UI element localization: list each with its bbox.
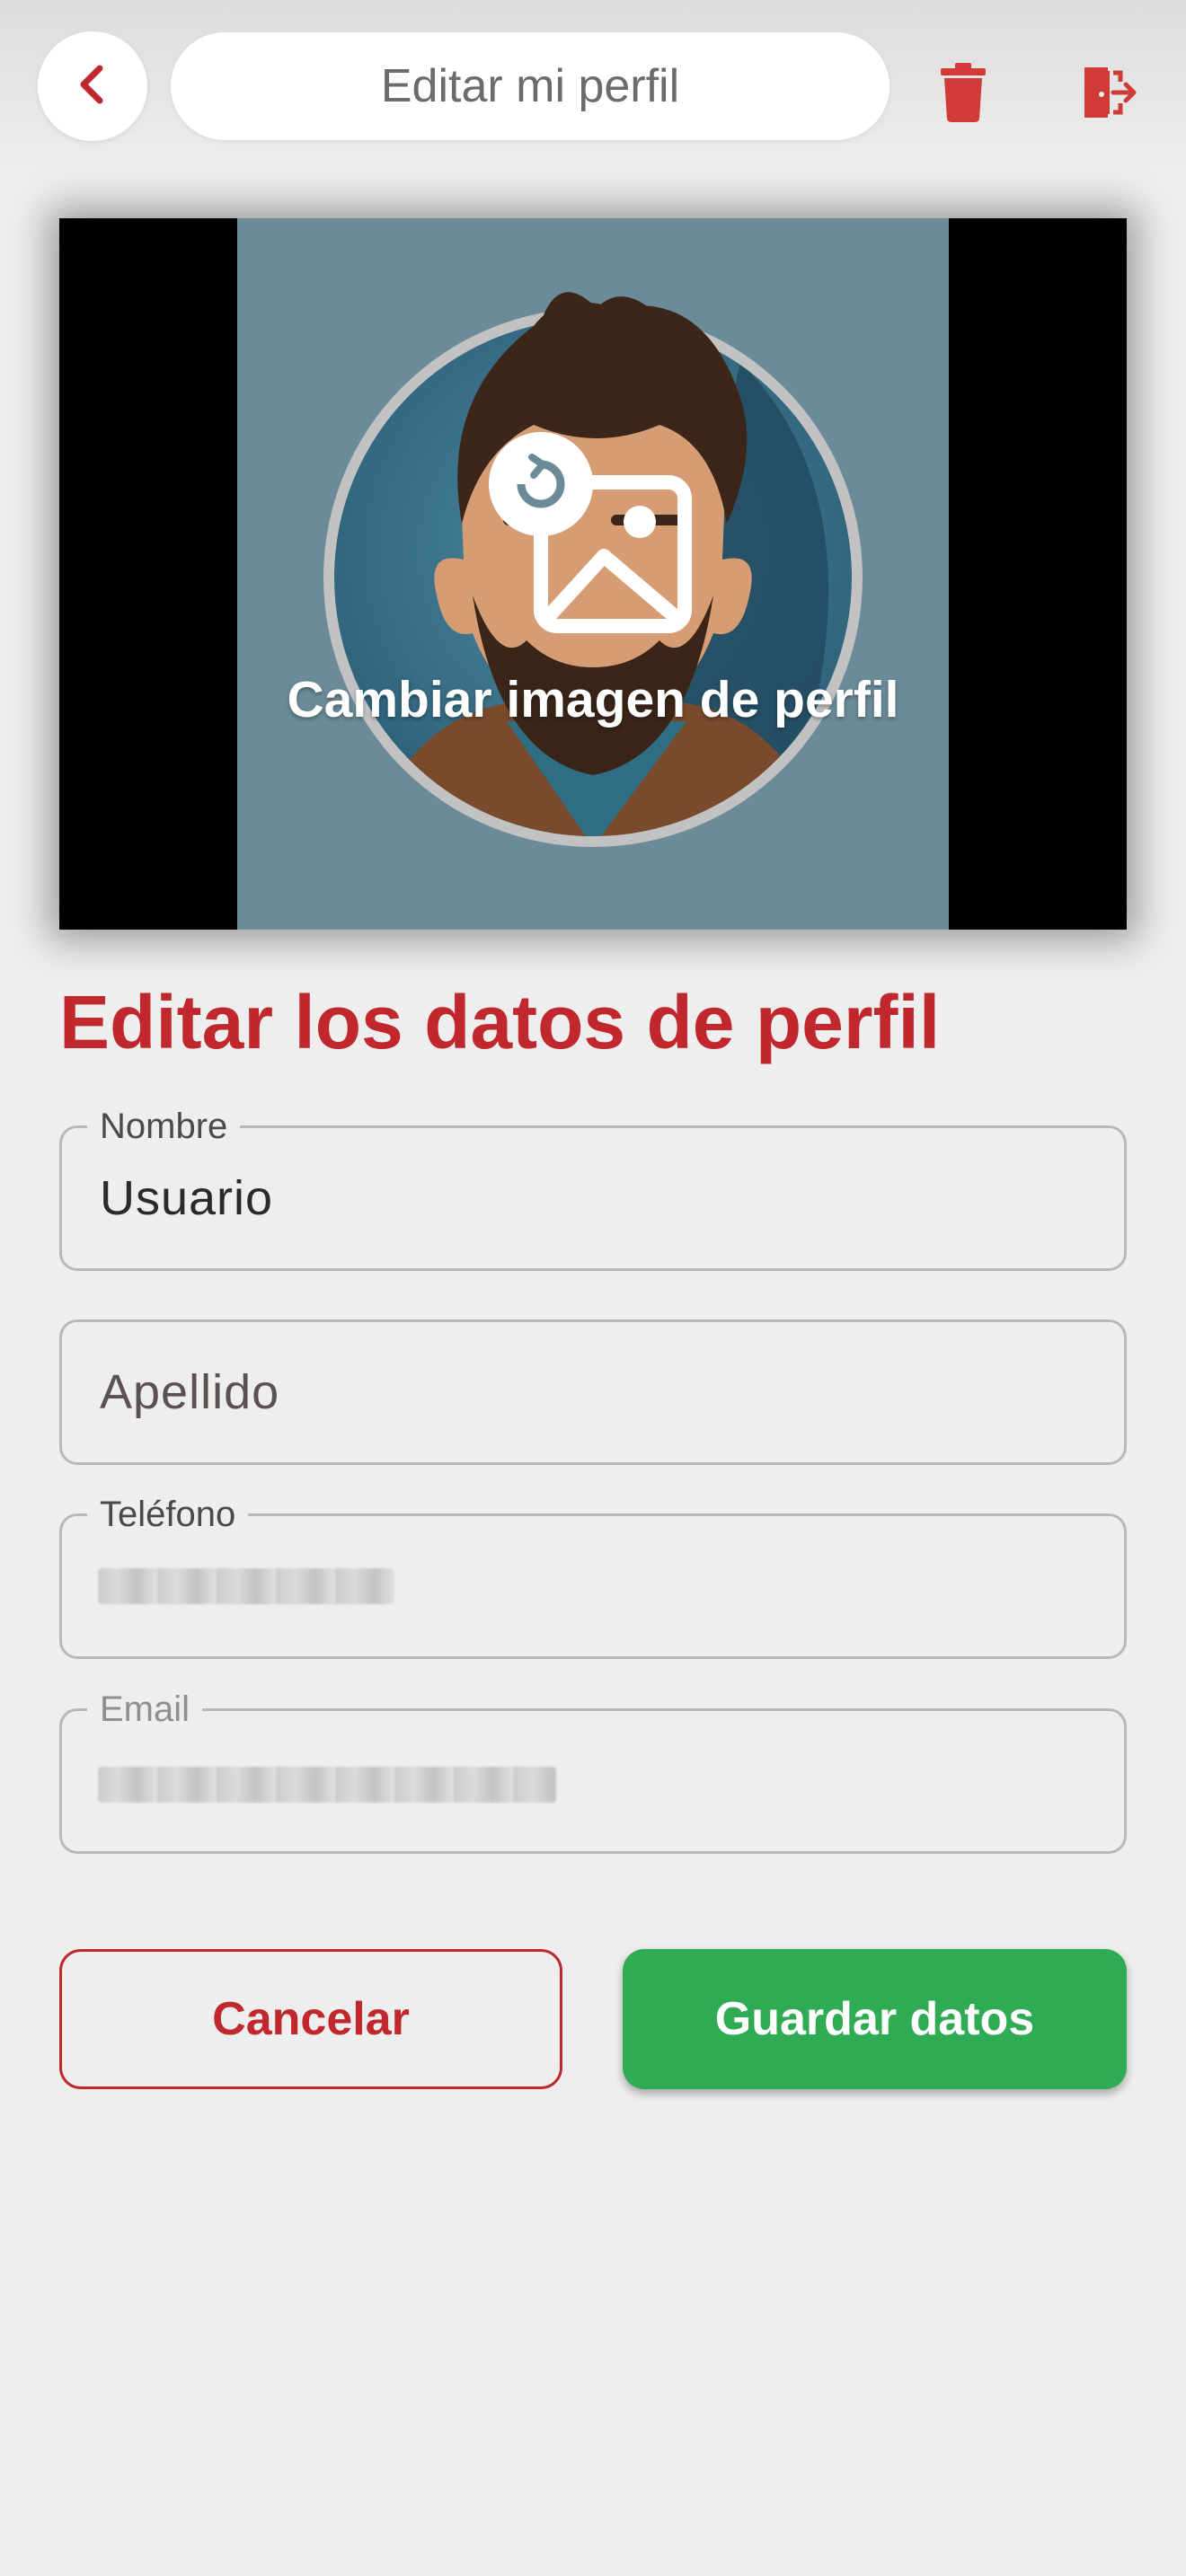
email-value-redacted: [98, 1767, 556, 1803]
logout-button[interactable]: [1069, 54, 1150, 135]
change-image-label: Cambiar imagen de perfil: [287, 671, 899, 728]
apellido-placeholder: Apellido: [100, 1365, 280, 1419]
back-button[interactable]: [38, 31, 147, 141]
telefono-field[interactable]: Teléfono: [59, 1492, 1127, 1659]
change-image-icon: [487, 430, 699, 647]
apellido-field[interactable]: Apellido: [59, 1319, 1127, 1465]
email-field: Email: [59, 1687, 1127, 1854]
telefono-label: Teléfono: [87, 1492, 249, 1537]
change-profile-image-button[interactable]: Cambiar imagen de perfil: [237, 218, 949, 930]
email-label: Email: [87, 1687, 203, 1732]
chevron-left-icon: [75, 63, 111, 110]
nombre-field[interactable]: Nombre Usuario: [59, 1104, 1127, 1271]
page-title: Editar mi perfil: [171, 32, 890, 140]
delete-account-button[interactable]: [923, 54, 1004, 135]
telefono-value-redacted: [98, 1568, 394, 1604]
trash-icon: [939, 62, 987, 127]
cancel-button[interactable]: Cancelar: [59, 1949, 562, 2089]
save-button[interactable]: Guardar datos: [623, 1949, 1127, 2089]
form-title: Editar los datos de perfil: [59, 980, 941, 1064]
logout-icon: [1081, 66, 1138, 124]
nombre-value: Usuario: [100, 1171, 274, 1225]
